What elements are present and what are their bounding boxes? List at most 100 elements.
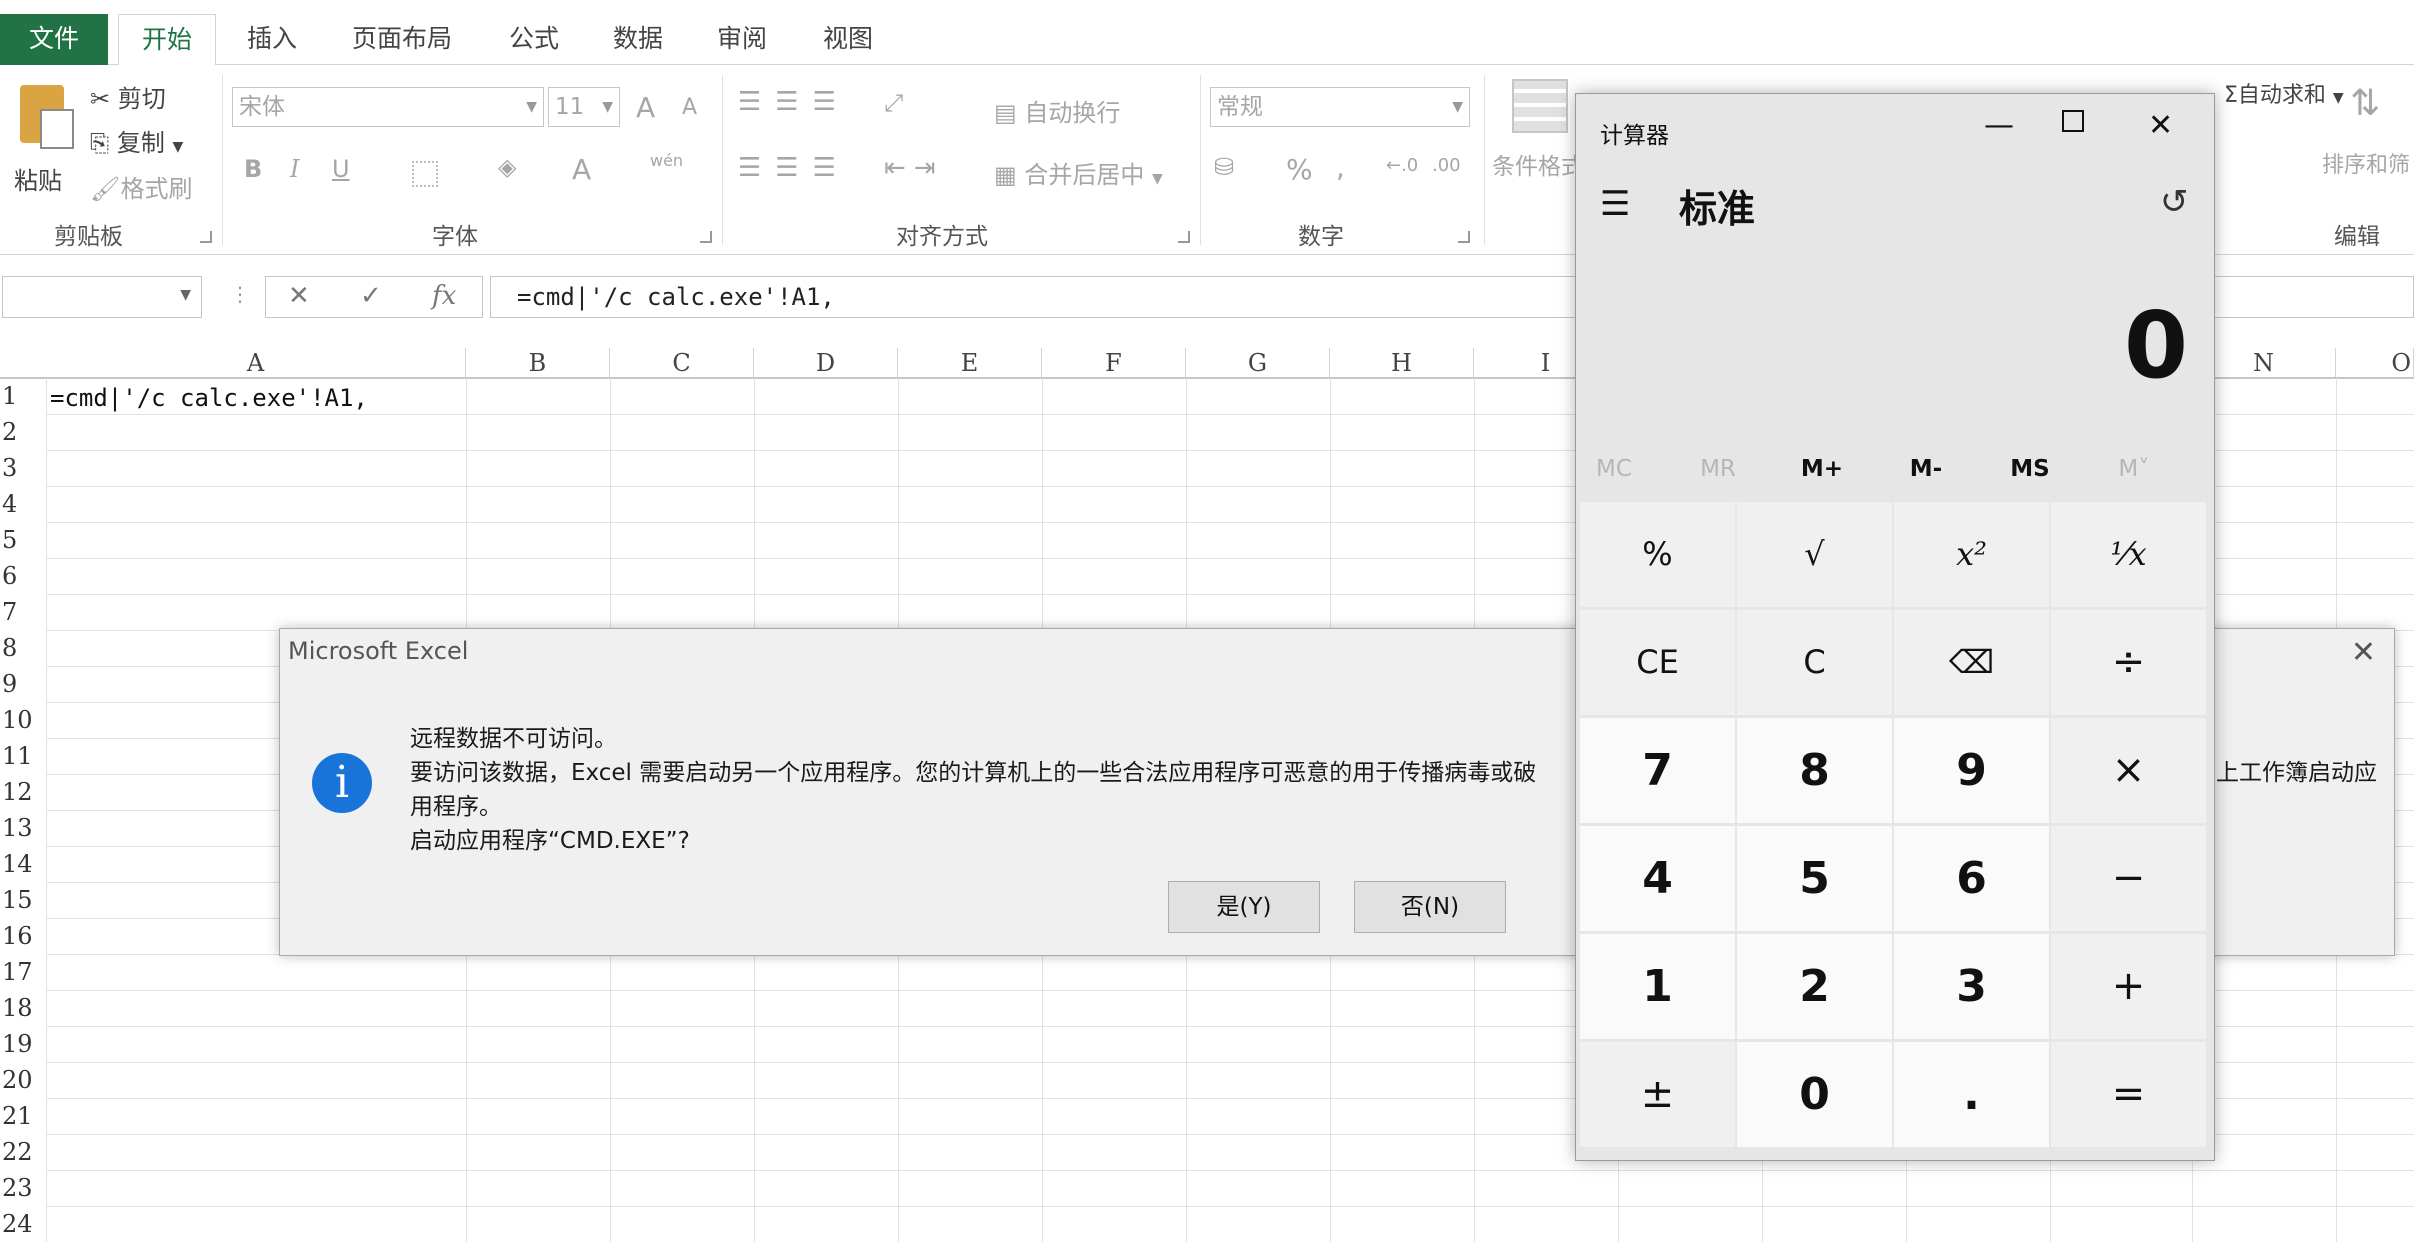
number-launcher-icon[interactable] bbox=[1458, 231, 1470, 243]
row-header[interactable]: 24 bbox=[0, 1206, 46, 1242]
increase-decimal-icon[interactable]: ←.0 bbox=[1386, 155, 1418, 176]
clear-entry-key[interactable]: CE bbox=[1580, 610, 1735, 715]
row-header[interactable]: 13 bbox=[0, 810, 46, 846]
copy-button[interactable]: ⎘ 复制 ▼ bbox=[90, 123, 183, 158]
currency-icon[interactable]: ⛁ bbox=[1214, 153, 1234, 181]
splitter-handle-icon[interactable]: ⋮ bbox=[230, 282, 250, 306]
decrease-decimal-icon[interactable]: .00 bbox=[1432, 155, 1461, 176]
digit-1-key[interactable]: 1 bbox=[1580, 934, 1735, 1039]
clipboard-launcher-icon[interactable] bbox=[200, 231, 212, 243]
row-header[interactable]: 20 bbox=[0, 1062, 46, 1098]
row-header[interactable]: 2 bbox=[0, 414, 46, 450]
border-icon[interactable] bbox=[412, 161, 438, 187]
row-header[interactable]: 11 bbox=[0, 738, 46, 774]
phonetic-button[interactable]: wén bbox=[650, 151, 683, 170]
tab-review[interactable]: 审阅 bbox=[702, 14, 782, 66]
font-size-select[interactable]: 11 ▼ bbox=[548, 87, 620, 127]
column-header-c[interactable]: C bbox=[610, 348, 754, 378]
memory-recall-button[interactable]: MR bbox=[1668, 456, 1768, 482]
indent-icons[interactable]: ⇤⇥ bbox=[884, 153, 944, 183]
column-header-g[interactable]: G bbox=[1186, 348, 1330, 378]
column-header-d[interactable]: D bbox=[754, 348, 898, 378]
minimize-icon[interactable]: — bbox=[1984, 108, 2014, 143]
row-header[interactable]: 17 bbox=[0, 954, 46, 990]
digit-8-key[interactable]: 8 bbox=[1737, 718, 1892, 823]
grow-font-button[interactable]: A bbox=[636, 91, 655, 124]
subtract-key[interactable]: − bbox=[2051, 826, 2206, 931]
digit-6-key[interactable]: 6 bbox=[1894, 826, 2049, 931]
column-header-e[interactable]: E bbox=[898, 348, 1042, 378]
tab-file[interactable]: 文件 bbox=[0, 14, 108, 66]
row-header[interactable]: 12 bbox=[0, 774, 46, 810]
row-header[interactable]: 10 bbox=[0, 702, 46, 738]
digit-4-key[interactable]: 4 bbox=[1580, 826, 1735, 931]
decimal-key[interactable]: . bbox=[1894, 1042, 2049, 1147]
font-name-select[interactable]: 宋体 ▼ bbox=[232, 87, 544, 127]
comma-button[interactable]: , bbox=[1336, 151, 1345, 184]
tab-insert[interactable]: 插入 bbox=[232, 14, 312, 66]
equals-key[interactable]: = bbox=[2051, 1042, 2206, 1147]
row-header[interactable]: 5 bbox=[0, 522, 46, 558]
font-launcher-icon[interactable] bbox=[700, 231, 712, 243]
close-icon[interactable]: ✕ bbox=[2148, 108, 2173, 143]
digit-7-key[interactable]: 7 bbox=[1580, 718, 1735, 823]
digit-0-key[interactable]: 0 bbox=[1737, 1042, 1892, 1147]
calculator-titlebar[interactable]: 计算器 — ✕ bbox=[1576, 94, 2214, 164]
tab-view[interactable]: 视图 bbox=[808, 14, 888, 66]
square-root-key[interactable]: √ bbox=[1737, 502, 1892, 607]
enter-icon[interactable]: ✓ bbox=[360, 281, 382, 311]
tab-formulas[interactable]: 公式 bbox=[494, 14, 574, 66]
divide-key[interactable]: ÷ bbox=[2051, 610, 2206, 715]
shrink-font-button[interactable]: A bbox=[682, 95, 697, 120]
digit-9-key[interactable]: 9 bbox=[1894, 718, 2049, 823]
row-header[interactable]: 14 bbox=[0, 846, 46, 882]
column-header-h[interactable]: H bbox=[1330, 348, 1474, 378]
conditional-format-icon[interactable] bbox=[1512, 79, 1568, 133]
maximize-icon[interactable] bbox=[2062, 110, 2084, 132]
fill-color-icon[interactable]: ◈ bbox=[498, 153, 516, 181]
vertical-align-icons[interactable]: ☰☰☰ bbox=[738, 87, 850, 117]
tab-home[interactable]: 开始 bbox=[118, 14, 216, 66]
row-header[interactable]: 21 bbox=[0, 1098, 46, 1134]
row-header[interactable]: 22 bbox=[0, 1134, 46, 1170]
memory-list-button[interactable]: M˅ bbox=[2084, 456, 2184, 482]
orientation-icon[interactable]: ⤢ bbox=[884, 89, 903, 117]
history-icon[interactable]: ↺ bbox=[2160, 182, 2189, 222]
add-key[interactable]: + bbox=[2051, 934, 2206, 1039]
column-header-b[interactable]: B bbox=[466, 348, 610, 378]
row-header[interactable]: 4 bbox=[0, 486, 46, 522]
clear-key[interactable]: C bbox=[1737, 610, 1892, 715]
merge-center-button[interactable]: ▦ 合并后居中 ▼ bbox=[994, 155, 1163, 190]
cell-a1[interactable]: =cmd|'/c calc.exe'!A1, bbox=[50, 380, 368, 416]
tab-page-layout[interactable]: 页面布局 bbox=[342, 14, 462, 66]
hamburger-menu-icon[interactable]: ☰ bbox=[1600, 184, 1630, 224]
negate-key[interactable]: ± bbox=[1580, 1042, 1735, 1147]
sort-filter-icon[interactable]: ⇅ bbox=[2350, 83, 2380, 124]
memory-add-button[interactable]: M+ bbox=[1772, 456, 1872, 482]
row-header[interactable]: 7 bbox=[0, 594, 46, 630]
name-box[interactable]: ▼ bbox=[2, 276, 202, 318]
square-key[interactable]: x² bbox=[1894, 502, 2049, 607]
yes-button[interactable]: 是(Y) bbox=[1168, 881, 1320, 933]
row-header[interactable]: 1 bbox=[0, 378, 46, 414]
row-header[interactable]: 18 bbox=[0, 990, 46, 1026]
digit-5-key[interactable]: 5 bbox=[1737, 826, 1892, 931]
digit-3-key[interactable]: 3 bbox=[1894, 934, 2049, 1039]
memory-subtract-button[interactable]: M- bbox=[1876, 456, 1976, 482]
reciprocal-key[interactable]: ¹⁄x bbox=[2051, 502, 2206, 607]
row-header[interactable]: 16 bbox=[0, 918, 46, 954]
number-format-select[interactable]: 常规 ▼ bbox=[1210, 87, 1470, 127]
bold-button[interactable]: B bbox=[244, 155, 262, 183]
digit-2-key[interactable]: 2 bbox=[1737, 934, 1892, 1039]
row-header[interactable]: 9 bbox=[0, 666, 46, 702]
column-header-f[interactable]: F bbox=[1042, 348, 1186, 378]
format-painter-button[interactable]: 🖌格式刷 bbox=[90, 169, 192, 204]
percent-button[interactable]: % bbox=[1286, 153, 1313, 186]
close-icon[interactable]: ✕ bbox=[2351, 635, 2376, 670]
cut-button[interactable]: ✂ 剪切 bbox=[90, 79, 166, 114]
memory-store-button[interactable]: MS bbox=[1980, 456, 2080, 482]
multiply-key[interactable]: × bbox=[2051, 718, 2206, 823]
cancel-icon[interactable]: ✕ bbox=[288, 281, 310, 311]
row-header[interactable]: 19 bbox=[0, 1026, 46, 1062]
alignment-launcher-icon[interactable] bbox=[1178, 231, 1190, 243]
